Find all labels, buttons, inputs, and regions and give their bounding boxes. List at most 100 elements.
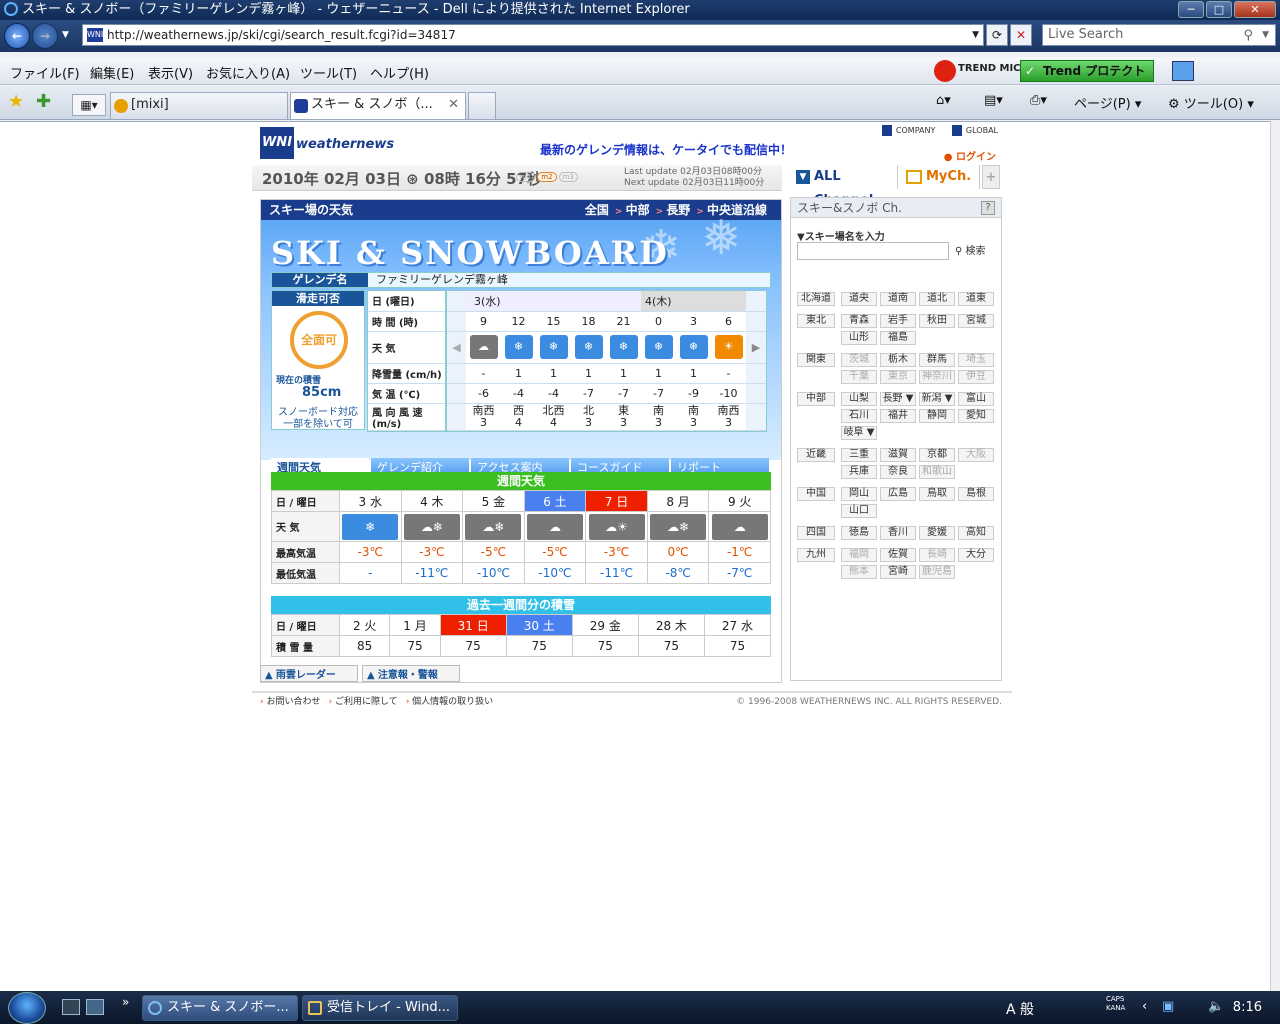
next-arrow-icon[interactable]: ▶	[746, 331, 766, 364]
help-icon[interactable]: ?	[981, 201, 995, 215]
prefecture-link[interactable]: 佐賀	[880, 548, 916, 562]
company-link[interactable]: COMPANY	[881, 125, 940, 136]
prefecture-link[interactable]: 大阪	[958, 448, 994, 462]
add-favorite-icon[interactable]: ✚	[36, 91, 51, 112]
add-channel-button[interactable]: +	[982, 165, 1000, 189]
search-input[interactable]: Live Search ⚲ ▼	[1042, 24, 1276, 46]
prefecture-link[interactable]: 広島	[880, 487, 916, 501]
prefecture-link[interactable]: 和歌山	[919, 465, 955, 479]
prefecture-link[interactable]: 長崎	[919, 548, 955, 562]
prefecture-link[interactable]: 石川	[841, 409, 877, 423]
tab-weathernews[interactable]: スキー & スノボ（... ✕	[290, 92, 466, 119]
prefecture-link[interactable]: 宮崎	[880, 565, 916, 579]
prefecture-link[interactable]: 宮城	[958, 314, 994, 328]
new-tab-button[interactable]	[468, 92, 496, 119]
search-icon[interactable]: ⚲	[1243, 26, 1253, 46]
menu-edit[interactable]: 編集(E)	[90, 63, 134, 82]
menu-file[interactable]: ファイル(F)	[10, 63, 80, 82]
contact-link[interactable]: お問い合わせ	[260, 697, 320, 707]
prefecture-link[interactable]: 神奈川	[919, 370, 955, 384]
close-tab-icon[interactable]: ✕	[448, 93, 459, 117]
tray-expand-icon[interactable]: ‹	[1142, 999, 1147, 1014]
favorites-star-icon[interactable]: ★	[8, 91, 24, 112]
prefecture-link[interactable]: 千葉	[841, 370, 877, 384]
terms-link[interactable]: ご利用に際して	[328, 697, 397, 707]
prefecture-link[interactable]: 道北	[919, 292, 955, 306]
region-link[interactable]: 関東	[797, 353, 835, 367]
login-link[interactable]: ● ログイン	[944, 148, 996, 163]
ime-indicator[interactable]: A 般	[1006, 999, 1034, 1019]
prefecture-link[interactable]: 青森	[841, 314, 877, 328]
prefecture-link[interactable]: 大分	[958, 548, 994, 562]
all-channel-button[interactable]: ALL Channel	[792, 165, 898, 208]
search-dropdown-icon[interactable]: ▼	[1262, 25, 1269, 45]
prefecture-link[interactable]: 群馬	[919, 353, 955, 367]
prefecture-link[interactable]: 山形	[841, 331, 877, 345]
prefecture-link[interactable]: 高知	[958, 526, 994, 540]
clock[interactable]: 8:16	[1233, 1000, 1262, 1015]
prefecture-link[interactable]: 道南	[880, 292, 916, 306]
prefecture-link[interactable]: 三重	[841, 448, 877, 462]
switch-windows-icon[interactable]	[86, 999, 104, 1015]
tab-mixi[interactable]: [mixi]	[110, 92, 288, 119]
prefecture-link[interactable]: 熊本	[841, 565, 877, 579]
global-link[interactable]: GLOBAL	[951, 125, 1002, 136]
volume-icon[interactable]: 🔈	[1208, 999, 1224, 1014]
prefecture-link[interactable]: 山梨	[841, 392, 877, 406]
prefecture-link[interactable]: 福岡	[841, 548, 877, 562]
region-link[interactable]: 中部	[797, 392, 835, 406]
region-link[interactable]: 九州	[797, 548, 835, 562]
prefecture-link[interactable]: 福島	[880, 331, 916, 345]
region-link[interactable]: 中国	[797, 487, 835, 501]
prefecture-link[interactable]: 長野 ▼	[880, 392, 916, 406]
prefecture-link[interactable]: 岩手	[880, 314, 916, 328]
resort-search-input[interactable]	[797, 242, 949, 260]
period-tag-m2[interactable]: m2	[537, 172, 557, 182]
prefecture-link[interactable]: 新潟 ▼	[919, 392, 955, 406]
my-channel-button[interactable]: MyCh.	[902, 165, 980, 189]
prefecture-link[interactable]: 滋賀	[880, 448, 916, 462]
crumb-chubu[interactable]: 中部	[615, 203, 650, 217]
prev-arrow-icon[interactable]: ◀	[452, 341, 460, 354]
menu-view[interactable]: 表示(V)	[148, 63, 193, 82]
taskbar-ie-button[interactable]: スキー & スノボー...	[142, 995, 298, 1021]
prefecture-link[interactable]: 愛知	[958, 409, 994, 423]
prefecture-link[interactable]: 島根	[958, 487, 994, 501]
crumb-nagano[interactable]: 長野	[656, 203, 691, 217]
forward-button[interactable]: →	[32, 23, 58, 49]
tools-menu[interactable]: ⚙ ツール(O) ▾	[1168, 93, 1254, 112]
prefecture-link[interactable]: 鹿児島	[919, 565, 955, 579]
prefecture-link[interactable]: 東京	[880, 370, 916, 384]
history-dropdown-icon[interactable]: ▼	[62, 30, 69, 40]
mobile-promo[interactable]: 最新のゲレンデ情報は、ケータイでも配信中！	[540, 141, 792, 158]
region-link[interactable]: 北海道	[797, 292, 835, 306]
crumb-national[interactable]: 全国	[585, 203, 609, 217]
minimize-button[interactable]: ─	[1178, 1, 1204, 18]
vertical-scrollbar[interactable]	[1270, 121, 1280, 991]
prefecture-link[interactable]: 鳥取	[919, 487, 955, 501]
resort-search-button[interactable]: ⚲ 検索	[955, 242, 986, 257]
region-link[interactable]: 近畿	[797, 448, 835, 462]
prefecture-link[interactable]: 茨城	[841, 353, 877, 367]
warnings-link[interactable]: ▲ 注意報・警報	[362, 665, 460, 682]
url-field[interactable]: WNI http://weathernews.jp/ski/cgi/search…	[82, 24, 984, 46]
back-button[interactable]: ←	[4, 23, 30, 49]
quick-tabs-icon[interactable]: ▦▾	[72, 94, 106, 116]
taskbar-mail-button[interactable]: 受信トレイ - Wind...	[302, 995, 458, 1021]
prefecture-link[interactable]: 道央	[841, 292, 877, 306]
prefecture-link[interactable]: 愛媛	[919, 526, 955, 540]
print-icon[interactable]: ⎙▾	[1030, 93, 1047, 108]
stop-button[interactable]: ✕	[1010, 24, 1032, 46]
refresh-button[interactable]: ⟳	[986, 24, 1008, 46]
privacy-link[interactable]: 個人情報の取り扱い	[406, 697, 493, 707]
prefecture-link[interactable]: 香川	[880, 526, 916, 540]
prefecture-link[interactable]: 伊豆	[958, 370, 994, 384]
start-button[interactable]	[8, 992, 46, 1024]
close-button[interactable]: ✕	[1234, 1, 1276, 18]
menu-help[interactable]: ヘルプ(H)	[370, 63, 429, 82]
prefecture-link[interactable]: 兵庫	[841, 465, 877, 479]
prefecture-link[interactable]: 奈良	[880, 465, 916, 479]
prefecture-link[interactable]: 静岡	[919, 409, 955, 423]
prefecture-link[interactable]: 徳島	[841, 526, 877, 540]
prefecture-link[interactable]: 福井	[880, 409, 916, 423]
